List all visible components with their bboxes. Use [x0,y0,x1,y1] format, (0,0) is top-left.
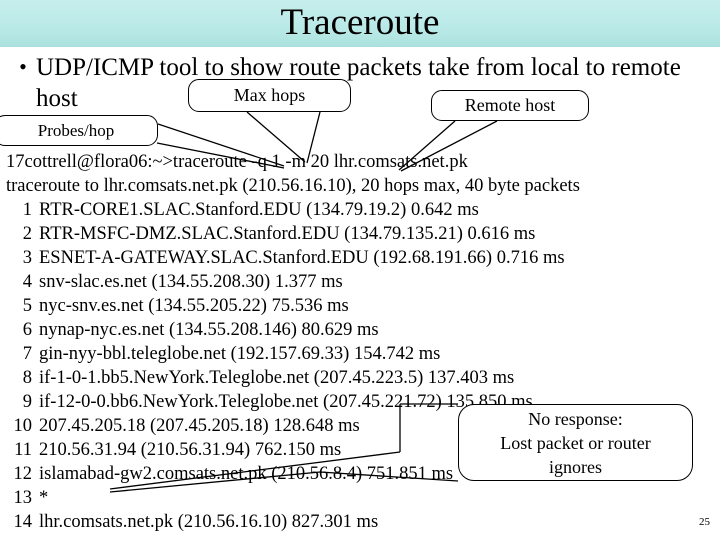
slide: Traceroute • UDP/ICMP tool to show route… [0,0,720,540]
transcript-hop-list: 1 RTR-CORE1.SLAC.Stanford.EDU (134.79.19.… [6,198,706,534]
hop-number: 6 [22,320,32,340]
hop-text: RTR-MSFC-DMZ.SLAC.Stanford.EDU (134.79.1… [39,224,536,244]
bullet-item: • UDP/ICMP tool to show route packets ta… [10,52,710,114]
callout-no-response-line3: ignores [549,456,602,477]
page-number: 25 [699,516,710,528]
callout-max-hops-label: Max hops [233,85,306,105]
callout-remote-host: Remote host [431,90,589,121]
transcript-hop-line: 1 RTR-CORE1.SLAC.Stanford.EDU (134.79.19.… [6,198,706,222]
callout-no-response: No response: Lost packet or router ignor… [458,404,693,481]
hop-number: 9 [22,392,32,412]
hop-number: 1 [22,200,32,220]
callout-probes-per-hop-label: Probes/hop [37,120,115,140]
transcript-hop-line: 4 snv-slac.es.net (134.55.208.30) 1.377 m… [6,270,706,294]
bullet-marker-icon: • [19,54,27,79]
hop-text: 210.56.31.94 (210.56.31.94) 762.150 ms [39,440,342,460]
transcript-hop-line: 2 RTR-MSFC-DMZ.SLAC.Stanford.EDU (134.79.… [6,222,706,246]
hop-number: 2 [22,224,32,244]
callout-max-hops: Max hops [188,79,351,112]
hop-text: RTR-CORE1.SLAC.Stanford.EDU (134.79.19.2… [39,200,479,220]
hop-number: 8 [22,368,32,388]
hop-text: lhr.comsats.net.pk (210.56.16.10) 827.30… [39,512,379,532]
transcript-hop-line: 6 nynap-nyc.es.net (134.55.208.146) 80.62… [6,318,706,342]
hop-number: 3 [22,248,32,268]
hop-text: * [39,488,49,508]
hop-text: islamabad-gw2.comsats.net.pk (210.56.8.4… [39,464,454,484]
hop-number: 7 [22,344,32,364]
hop-number: 10 [13,416,33,436]
hop-text: ESNET-A-GATEWAY.SLAC.Stanford.EDU (192.6… [39,248,565,268]
hop-text: if-12-0-0.bb6.NewYork.Teleglobe.net (207… [39,392,533,412]
hop-text: if-1-0-1.bb5.NewYork.Teleglobe.net (207.… [39,368,515,388]
transcript-hop-line: 3 ESNET-A-GATEWAY.SLAC.Stanford.EDU (192.… [6,246,706,270]
transcript-hop-line: 5 nyc-snv.es.net (134.55.205.22) 75.536 m… [6,294,706,318]
transcript-header-line: traceroute to lhr.comsats.net.pk (210.56… [6,176,580,196]
hop-text: gin-nyy-bbl.teleglobe.net (192.157.69.33… [39,344,441,364]
hop-text: nynap-nyc.es.net (134.55.208.146) 80.629… [39,320,379,340]
transcript-prompt-line: 17cottrell@flora06:~>traceroute -q 1 -m … [6,152,468,172]
bullet-block: • UDP/ICMP tool to show route packets ta… [10,52,710,114]
transcript-hop-line: 7 gin-nyy-bbl.teleglobe.net (192.157.69.3… [6,342,706,366]
hop-text: nyc-snv.es.net (134.55.205.22) 75.536 ms [39,296,349,316]
callout-probes-per-hop: Probes/hop [0,115,158,146]
callout-no-response-line2: Lost packet or router [500,432,651,453]
hop-number: 12 [13,464,33,484]
hop-text: 207.45.205.18 (207.45.205.18) 128.648 ms [39,416,360,436]
page-title: Traceroute [280,2,440,43]
hop-number: 13 [13,488,33,508]
hop-text: snv-slac.es.net (134.55.208.30) 1.377 ms [39,272,343,292]
transcript-hop-line: 13 * [6,486,706,510]
transcript-hop-line: 8 if-1-0-1.bb5.NewYork.Teleglobe.net (207… [6,366,706,390]
hop-number: 11 [14,440,32,460]
transcript-hop-line: 14 lhr.comsats.net.pk (210.56.16.10) 827.… [6,510,706,534]
hop-number: 5 [22,296,32,316]
bullet-text: UDP/ICMP tool to show route packets take… [36,54,681,112]
hop-number: 4 [22,272,32,292]
callout-remote-host-label: Remote host [464,95,556,115]
hop-number: 14 [13,512,33,532]
callout-no-response-line1: No response: [528,408,623,429]
